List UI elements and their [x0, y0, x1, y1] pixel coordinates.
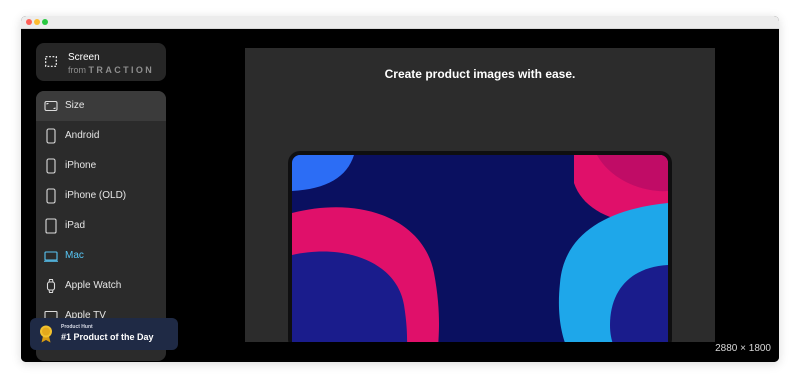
sidebar-item-label: iPhone [65, 160, 97, 171]
sidebar-item-iphone[interactable]: iPhone [36, 151, 166, 181]
sidebar-item-ipad[interactable]: iPad [36, 211, 166, 241]
sidebar-item-mac[interactable]: Mac [36, 241, 166, 271]
sidebar-item-label: Android [65, 130, 100, 141]
device-screen [292, 155, 668, 342]
sidebar-item-label: Size [65, 100, 85, 111]
close-window-button[interactable] [26, 19, 32, 25]
sidebar-item-label: iPad [65, 220, 86, 231]
sidebar-item-label: Apple Watch [65, 280, 122, 291]
wallpaper-image [292, 155, 668, 342]
size-icon [44, 100, 58, 112]
preview-headline: Create product images with ease. [384, 67, 576, 81]
brand-from: from [68, 65, 86, 75]
brand-subtitle: from TRACTION [68, 65, 154, 75]
phone-icon [46, 158, 56, 174]
minimize-window-button[interactable] [34, 19, 40, 25]
sidebar-item-label: iPhone (OLD) [65, 190, 127, 201]
product-hunt-badge[interactable]: Product Hunt #1 Product of the Day [30, 318, 178, 350]
image-dimensions: 2880 × 1800 [715, 343, 771, 354]
screen-capture-icon [45, 56, 57, 67]
sidebar-item-iphone-old[interactable]: iPhone (OLD) [36, 181, 166, 211]
brand-card: Screen from TRACTION [36, 43, 166, 81]
laptop-icon [44, 251, 58, 262]
title-bar [21, 16, 779, 29]
mac-device-frame [288, 151, 672, 342]
sidebar-item-apple-watch[interactable]: Apple Watch [36, 271, 166, 301]
phone-icon [46, 188, 56, 204]
badge-caption: Product Hunt [61, 324, 93, 330]
sidebar-item-android[interactable]: Android [36, 121, 166, 151]
watch-icon [46, 279, 56, 293]
sidebar-item-size[interactable]: Size [36, 91, 166, 121]
phone-icon [46, 128, 56, 144]
sidebar-item-label: Mac [65, 250, 84, 261]
brand-name: TRACTION [88, 65, 155, 75]
medal-icon [40, 325, 52, 343]
badge-title: #1 Product of the Day [61, 332, 154, 342]
preview-canvas: Create product images with ease. [245, 48, 715, 342]
app-window: Screen from TRACTION Size Android iPhone… [21, 16, 779, 362]
zoom-window-button[interactable] [42, 19, 48, 25]
app-content: Screen from TRACTION Size Android iPhone… [21, 29, 779, 362]
tablet-icon [45, 218, 57, 234]
brand-title: Screen [68, 52, 100, 63]
